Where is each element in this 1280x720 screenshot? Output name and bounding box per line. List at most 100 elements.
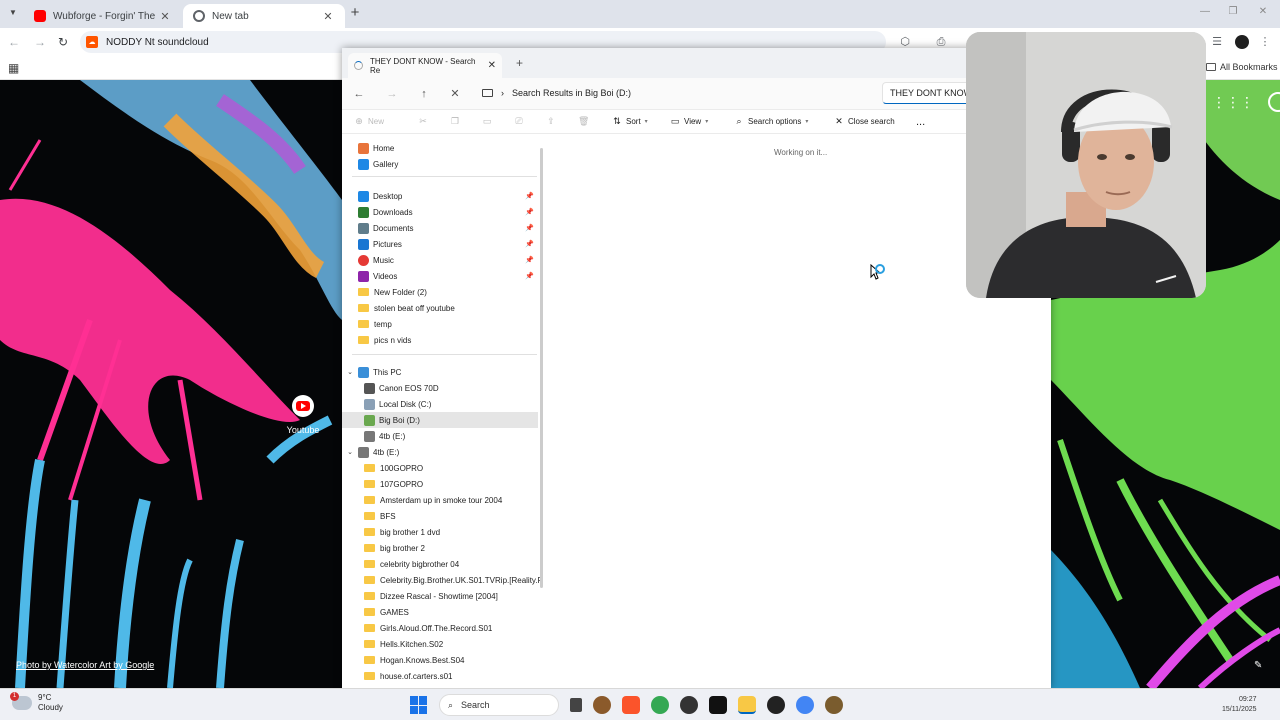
nav-item-pictures[interactable]: Pictures 📌 (342, 236, 538, 252)
nav-item-folder[interactable]: celebrity bigbrother 04 (342, 556, 538, 572)
nav-item-folder[interactable]: Dizzee Rascal - Showtime [2004] (342, 588, 538, 604)
browser-tab-new-tab[interactable]: New tab ✕ (183, 4, 345, 28)
new-button[interactable]: ⊕ New (354, 116, 384, 126)
close-search-button[interactable]: ✕ Close search (834, 116, 894, 126)
close-tab-icon[interactable]: ✕ (158, 10, 172, 23)
printer-icon[interactable]: ⎙ (934, 35, 948, 49)
task-view-icon[interactable] (570, 698, 582, 712)
app-icon-g[interactable] (767, 696, 785, 714)
chevron-down-icon[interactable]: ⌄ (346, 448, 354, 456)
nav-item-videos[interactable]: Videos 📌 (342, 268, 538, 284)
nav-item-folder[interactable]: stolen beat off youtube (342, 300, 538, 316)
nav-item-folder[interactable]: Celebrity.Big.Brother.UK.S01.TVRip.[Real… (342, 572, 542, 588)
sort-button[interactable]: ⇅ Sort ▾ (612, 116, 647, 126)
reload-icon[interactable]: ↻ (55, 34, 71, 50)
nav-scrollbar[interactable] (540, 148, 543, 588)
search-options-button[interactable]: ⌕ Search options ▾ (734, 116, 808, 126)
breadcrumb[interactable]: › Search Results in Big Boi (D:) (482, 82, 874, 104)
nav-item-drive-selected[interactable]: Big Boi (D:) (342, 412, 538, 428)
nav-item-home[interactable]: Home (342, 140, 538, 156)
share-button[interactable]: ⇪ (546, 116, 556, 126)
back-arrow-icon[interactable]: ← (352, 87, 366, 101)
youtube-shortcut[interactable]: Youtube (283, 395, 323, 435)
profile-avatar[interactable] (1235, 35, 1249, 49)
chevron-down-icon[interactable]: ⌄ (346, 368, 354, 376)
rename-button[interactable]: ⎚ (514, 116, 524, 126)
chrome-profile-icon[interactable] (796, 696, 814, 714)
pin-icon[interactable]: 📌 (525, 224, 534, 232)
tiktok-icon[interactable] (709, 696, 727, 714)
up-arrow-icon[interactable]: ↑ (417, 87, 431, 101)
all-bookmarks-button[interactable]: All Bookmarks (1206, 62, 1278, 72)
account-icon[interactable] (1268, 92, 1280, 112)
minimize-icon[interactable]: — (1198, 6, 1212, 17)
pin-icon[interactable]: 📌 (525, 256, 534, 264)
maximize-icon[interactable]: ❐ (1226, 6, 1240, 17)
customize-pencil-icon[interactable]: ✎ (1254, 660, 1262, 671)
sidebar-icon[interactable]: ☰ (1210, 35, 1224, 49)
view-button[interactable]: ▭ View ▾ (670, 116, 708, 126)
pin-icon[interactable]: 📌 (525, 272, 534, 280)
nav-item-folder[interactable]: BFS (342, 508, 538, 524)
pin-icon[interactable]: 📌 (525, 208, 534, 216)
nav-item-folder[interactable]: 107GOPRO (342, 476, 538, 492)
nav-item-downloads[interactable]: Downloads 📌 (342, 204, 538, 220)
stop-icon[interactable]: ✕ (448, 87, 462, 101)
start-button[interactable] (410, 696, 428, 714)
paste-button[interactable]: ▭ (482, 116, 492, 126)
nav-item-documents[interactable]: Documents 📌 (342, 220, 538, 236)
nav-item-folder[interactable]: Girls.Aloud.Off.The.Record.S01 (342, 620, 538, 636)
nav-item-folder[interactable]: house.of.carters.s01 (342, 668, 538, 684)
nav-item-drive-e[interactable]: ⌄ 4tb (E:) (342, 444, 538, 460)
app-icon-misc[interactable] (825, 696, 843, 714)
back-icon[interactable]: ← (6, 34, 22, 50)
new-tab-button[interactable]: + (516, 56, 523, 70)
menu-kebab-icon[interactable]: ⋮ (1258, 35, 1272, 49)
nav-item-folder[interactable]: 100GOPRO (342, 460, 538, 476)
taskbar-search[interactable]: ⌕ Search (439, 694, 559, 716)
apps-grid-icon[interactable]: ▦ (8, 61, 19, 75)
google-apps-icon[interactable]: ⋮⋮⋮ (1212, 94, 1254, 111)
recording-app-icon[interactable] (680, 696, 698, 714)
nav-item-music[interactable]: Music 📌 (342, 252, 538, 268)
nav-item-folder[interactable]: Hells.Kitchen.S02 (342, 636, 538, 652)
chrome-icon[interactable] (651, 696, 669, 714)
nav-item-desktop[interactable]: Desktop 📌 (342, 188, 538, 204)
close-window-icon[interactable]: ✕ (1256, 6, 1270, 17)
nav-item-folder[interactable]: big brother 1 dvd (342, 524, 538, 540)
nav-item-this-pc[interactable]: ⌄ This PC (342, 364, 538, 380)
nav-item-folder[interactable]: Amsterdam up in smoke tour 2004 (342, 492, 538, 508)
nav-item-folder[interactable]: GAMES (342, 604, 538, 620)
forward-icon[interactable]: → (32, 34, 48, 50)
app-icon-game[interactable] (593, 696, 611, 714)
notification-badge: 1 (10, 692, 19, 701)
system-clock[interactable]: 09:27 15/11/2025 (1222, 695, 1257, 715)
nav-item-drive[interactable]: Local Disk (C:) (342, 396, 538, 412)
copy-button[interactable]: ❐ (450, 116, 460, 126)
nav-item-folder[interactable]: Hogan.Knows.Best.S04 (342, 652, 538, 668)
nav-item-folder[interactable]: big brother 2 (342, 540, 538, 556)
tab-search-chevron-icon[interactable]: ▼ (6, 6, 20, 20)
photo-credit-link[interactable]: Photo by Watercolor Art by Google (16, 660, 154, 670)
cut-button[interactable]: ✂ (418, 116, 428, 126)
pin-icon[interactable]: 📌 (525, 240, 534, 248)
forward-arrow-icon[interactable]: → (385, 87, 399, 101)
new-tab-button[interactable]: + (346, 4, 364, 22)
close-tab-icon[interactable]: ✕ (321, 10, 335, 23)
nav-item-gallery[interactable]: Gallery (342, 156, 538, 172)
more-options-button[interactable]: ... (916, 116, 925, 128)
weather-widget[interactable]: 1 9°C Cloudy (10, 692, 63, 713)
close-tab-icon[interactable]: ✕ (488, 60, 496, 71)
delete-button[interactable]: 🗑 (578, 116, 589, 126)
brave-browser-icon[interactable] (622, 696, 640, 714)
nav-item-folder[interactable]: New Folder (2) (342, 284, 538, 300)
pin-icon[interactable]: 📌 (525, 192, 534, 200)
nav-item-drive[interactable]: 4tb (E:) (342, 428, 538, 444)
file-explorer-icon[interactable] (738, 696, 756, 714)
nav-item-folder[interactable]: pics n vids (342, 332, 538, 348)
nav-item-folder[interactable]: temp (342, 316, 538, 332)
extensions-icon[interactable]: ⬡ (898, 35, 912, 49)
browser-tab-wubforge[interactable]: Wubforge - Forgin' The Dream... ✕ (24, 4, 182, 28)
explorer-tab-search[interactable]: THEY DONT KNOW - Search Re ✕ (348, 53, 502, 78)
nav-item-drive[interactable]: Canon EOS 70D (342, 380, 538, 396)
